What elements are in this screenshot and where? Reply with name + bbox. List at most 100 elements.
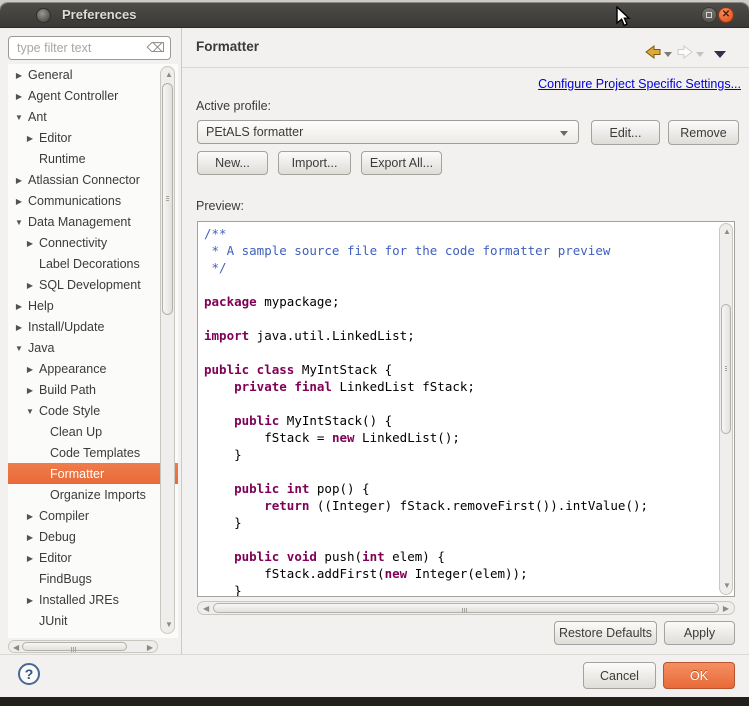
expand-arrow-icon[interactable]: ▶	[10, 71, 28, 80]
tree-item-ant[interactable]: ▼Ant	[8, 106, 178, 127]
expand-arrow-icon[interactable]: ▶	[21, 134, 39, 143]
back-arrow-icon[interactable]	[644, 45, 662, 59]
preview-vertical-scrollbar[interactable]: ▲ ▼	[719, 223, 733, 595]
expand-arrow-icon[interactable]: ▶	[10, 176, 28, 185]
new-button[interactable]: New...	[197, 151, 268, 175]
cancel-button[interactable]: Cancel	[583, 662, 656, 689]
scrollbar-grip	[71, 646, 77, 647]
tree-item-general[interactable]: ▶General	[8, 64, 178, 85]
tree-item-label: Install/Update	[28, 320, 104, 334]
clear-filter-icon[interactable]: ⌫	[147, 40, 165, 56]
back-history-caret-icon[interactable]	[664, 52, 672, 57]
restore-defaults-button[interactable]: Restore Defaults	[554, 621, 657, 645]
expand-arrow-icon[interactable]: ▶	[21, 386, 39, 395]
tree-item-connectivity[interactable]: ▶Connectivity	[8, 232, 178, 253]
close-button[interactable]: ✕	[718, 7, 734, 23]
tree-horizontal-scrollbar-thumb[interactable]	[22, 642, 127, 651]
tree-item-installed-jres[interactable]: ▶Installed JREs	[8, 589, 178, 610]
expand-arrow-icon[interactable]: ▶	[10, 92, 28, 101]
remove-button[interactable]: Remove	[668, 120, 739, 145]
preview-horizontal-scrollbar-thumb[interactable]	[213, 603, 719, 613]
tree-horizontal-scrollbar[interactable]: ◀ ▶	[8, 640, 158, 653]
code-line	[204, 463, 718, 480]
titlebar[interactable]: Preferences ✕	[0, 3, 749, 28]
collapse-arrow-icon[interactable]: ▼	[10, 218, 28, 227]
scroll-left-icon[interactable]: ◀	[13, 644, 19, 652]
tree-item-junit[interactable]: JUnit	[8, 610, 178, 631]
help-button[interactable]: ?	[18, 663, 40, 685]
window-icon	[36, 8, 51, 23]
expand-arrow-icon[interactable]: ▶	[21, 239, 39, 248]
tree-item-editor[interactable]: ▶Editor	[8, 547, 178, 568]
ok-button[interactable]: OK	[663, 662, 735, 689]
preview-horizontal-scrollbar[interactable]: ◀ ▶	[197, 601, 735, 615]
expand-arrow-icon[interactable]: ▶	[10, 323, 28, 332]
forward-arrow-icon[interactable]	[676, 45, 694, 59]
code-line	[204, 310, 718, 327]
tree-vertical-scrollbar[interactable]: ▲ ▼	[160, 66, 175, 634]
preview-code-area[interactable]: /** * A sample source file for the code …	[197, 221, 735, 597]
sidebar-tree: ▶General▶Agent Controller▼Ant▶EditorRunt…	[8, 64, 178, 638]
close-icon: ✕	[722, 10, 730, 20]
scroll-right-icon[interactable]: ▶	[147, 644, 153, 652]
scroll-left-icon[interactable]: ◀	[203, 605, 209, 613]
scroll-up-icon[interactable]: ▲	[165, 71, 173, 79]
footer-divider	[0, 654, 749, 655]
expand-arrow-icon[interactable]: ▶	[21, 596, 39, 605]
code-line: public void push(int elem) {	[204, 548, 718, 565]
tree-item-clean-up[interactable]: Clean Up	[8, 421, 178, 442]
tree-item-organize-imports[interactable]: Organize Imports	[8, 484, 178, 505]
scroll-down-icon[interactable]: ▼	[165, 621, 173, 629]
expand-arrow-icon[interactable]: ▶	[10, 197, 28, 206]
collapse-arrow-icon[interactable]: ▼	[10, 113, 28, 122]
tree-item-agent-controller[interactable]: ▶Agent Controller	[8, 85, 178, 106]
tree-vertical-scrollbar-thumb[interactable]	[162, 83, 173, 315]
view-menu-icon[interactable]	[714, 51, 726, 58]
expand-arrow-icon[interactable]: ▶	[10, 302, 28, 311]
code-line: import java.util.LinkedList;	[204, 327, 718, 344]
edit-button[interactable]: Edit...	[591, 120, 660, 145]
code-line: return ((Integer) fStack.removeFirst()).…	[204, 497, 718, 514]
tree-item-build-path[interactable]: ▶Build Path	[8, 379, 178, 400]
import-button[interactable]: Import...	[278, 151, 351, 175]
tree-item-debug[interactable]: ▶Debug	[8, 526, 178, 547]
tree-item-code-style[interactable]: ▼Code Style	[8, 400, 178, 421]
expand-arrow-icon[interactable]: ▶	[21, 281, 39, 290]
tree-item-editor[interactable]: ▶Editor	[8, 127, 178, 148]
code-line: }	[204, 446, 718, 463]
code-line: package mypackage;	[204, 293, 718, 310]
collapse-arrow-icon[interactable]: ▼	[10, 344, 28, 353]
expand-arrow-icon[interactable]: ▶	[21, 554, 39, 563]
tree-item-findbugs[interactable]: FindBugs	[8, 568, 178, 589]
tree-item-java[interactable]: ▼Java	[8, 337, 178, 358]
tree-item-label-decorations[interactable]: Label Decorations	[8, 253, 178, 274]
expand-arrow-icon[interactable]: ▶	[21, 512, 39, 521]
scroll-right-icon[interactable]: ▶	[723, 605, 729, 613]
tree-item-communications[interactable]: ▶Communications	[8, 190, 178, 211]
code-line	[204, 276, 718, 293]
scroll-up-icon[interactable]: ▲	[723, 228, 731, 236]
collapse-arrow-icon[interactable]: ▼	[21, 407, 39, 416]
tree-item-label: Build Path	[39, 383, 96, 397]
apply-button[interactable]: Apply	[664, 621, 735, 645]
scroll-down-icon[interactable]: ▼	[723, 582, 731, 590]
forward-history-caret-icon[interactable]	[696, 52, 704, 57]
tree-item-sql-development[interactable]: ▶SQL Development	[8, 274, 178, 295]
tree-item-help[interactable]: ▶Help	[8, 295, 178, 316]
tree-item-install-update[interactable]: ▶Install/Update	[8, 316, 178, 337]
expand-arrow-icon[interactable]: ▶	[21, 365, 39, 374]
tree-item-compiler[interactable]: ▶Compiler	[8, 505, 178, 526]
active-profile-select[interactable]: PEtALS formatter	[197, 120, 579, 144]
preview-vertical-scrollbar-thumb[interactable]	[721, 304, 731, 434]
expand-arrow-icon[interactable]: ▶	[21, 533, 39, 542]
maximize-button[interactable]	[701, 7, 717, 23]
active-profile-label: Active profile:	[196, 99, 271, 113]
export-all-button[interactable]: Export All...	[361, 151, 442, 175]
tree-item-runtime[interactable]: Runtime	[8, 148, 178, 169]
tree-item-code-templates[interactable]: Code Templates	[8, 442, 178, 463]
tree-item-formatter[interactable]: Formatter	[8, 463, 178, 484]
configure-project-settings-link[interactable]: Configure Project Specific Settings...	[538, 77, 741, 91]
tree-item-atlassian-connector[interactable]: ▶Atlassian Connector	[8, 169, 178, 190]
tree-item-data-management[interactable]: ▼Data Management	[8, 211, 178, 232]
tree-item-appearance[interactable]: ▶Appearance	[8, 358, 178, 379]
